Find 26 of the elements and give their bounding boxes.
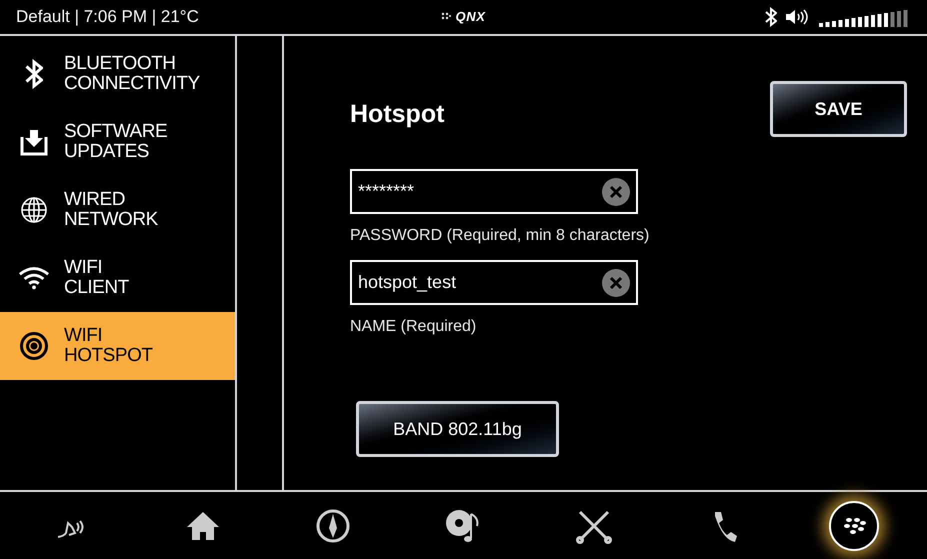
sidebar-item[interactable]: WIFI HOTSPOT bbox=[0, 312, 235, 380]
bluetooth-icon bbox=[25, 59, 43, 89]
logo-text: QNX bbox=[455, 8, 486, 26]
wifi-icon bbox=[18, 265, 50, 291]
dock-button[interactable] bbox=[828, 500, 879, 550]
home-icon bbox=[185, 510, 222, 542]
download-icon bbox=[19, 128, 49, 156]
clear-icon[interactable] bbox=[602, 178, 630, 206]
bluetooth-icon bbox=[765, 7, 777, 27]
globe-icon bbox=[20, 196, 48, 224]
input-field[interactable]: ******** bbox=[350, 169, 638, 214]
field-label: PASSWORD (Required, min 8 characters) bbox=[350, 226, 650, 246]
target-icon bbox=[19, 331, 49, 361]
compass-icon bbox=[316, 508, 350, 542]
page-title: Hotspot bbox=[350, 99, 444, 130]
band-button[interactable]: BAND 802.11bg bbox=[356, 401, 559, 457]
clear-icon[interactable] bbox=[602, 268, 630, 296]
sidebar-item[interactable]: BLUETOOTH CONNECTIVITY bbox=[0, 40, 235, 108]
input-field[interactable]: hotspot_test bbox=[350, 260, 638, 305]
sidebar-item[interactable]: WIRED NETWORK bbox=[0, 176, 235, 244]
dots-logo-icon bbox=[441, 12, 452, 22]
sidebar-item[interactable]: WIFI CLIENT bbox=[0, 244, 235, 312]
save-button[interactable]: SAVE bbox=[770, 81, 907, 137]
sidebar-item[interactable]: SOFTWARE UPDATES bbox=[0, 108, 235, 176]
status-text: Default | 7:06 PM | 21°C bbox=[16, 7, 199, 26]
field-label: NAME (Required) bbox=[350, 317, 478, 337]
